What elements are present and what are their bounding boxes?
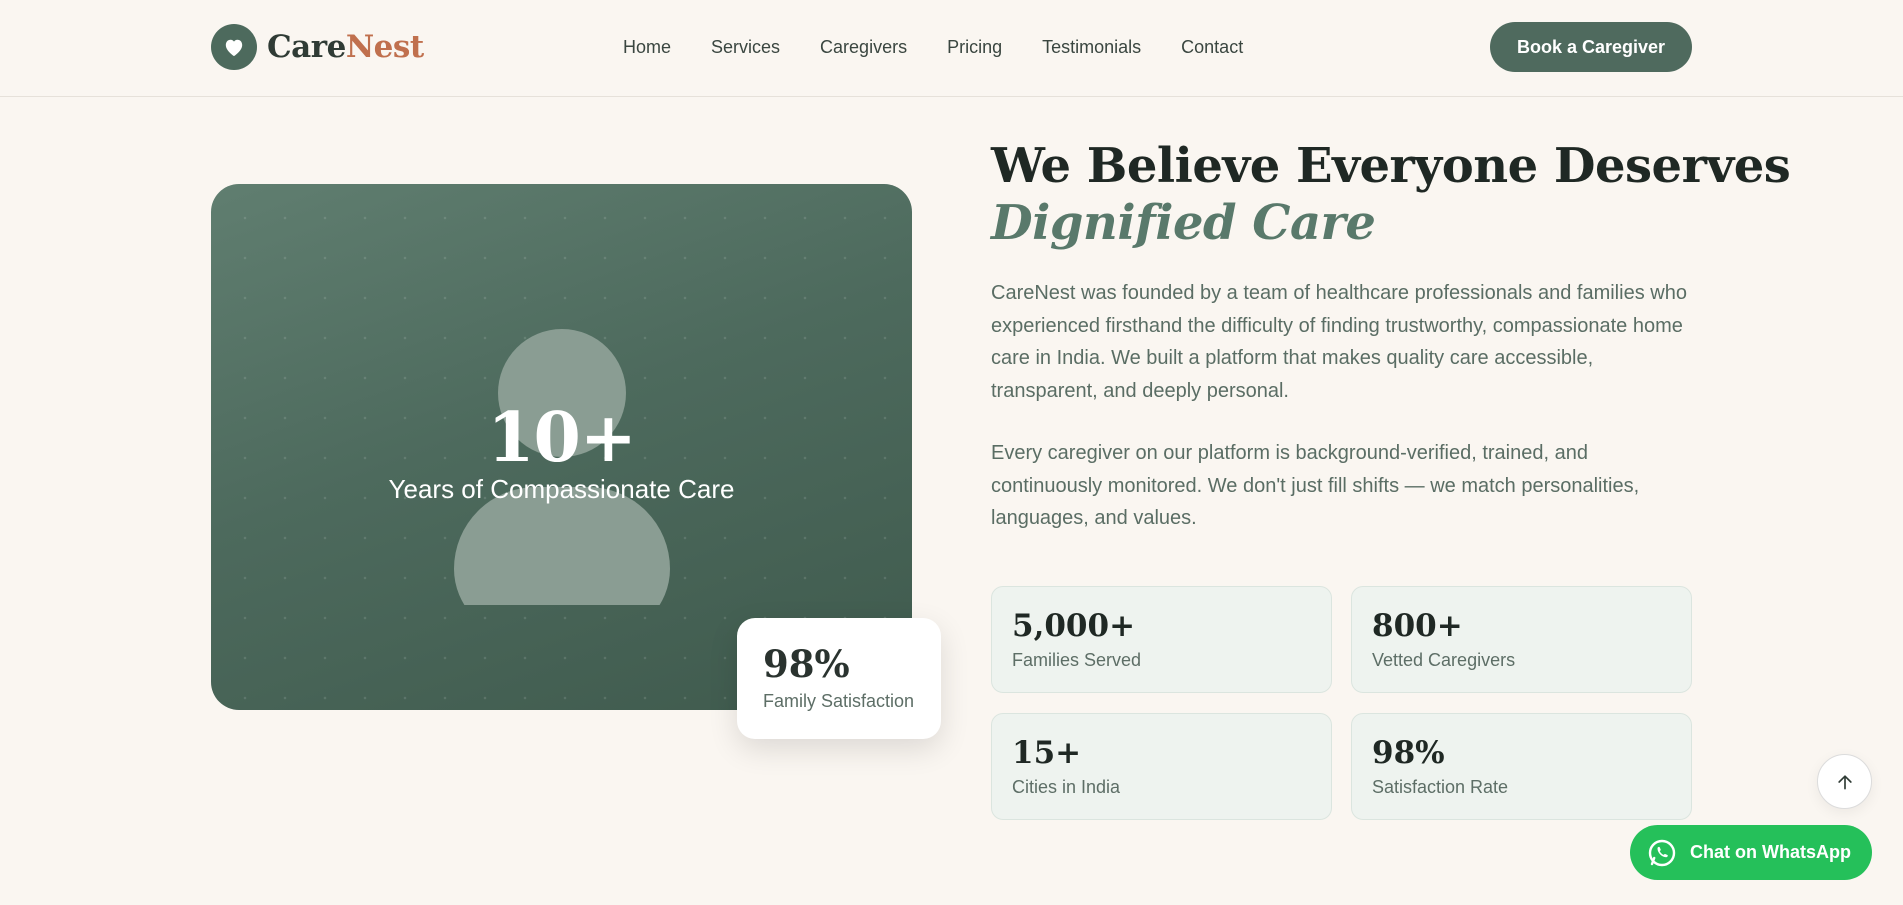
stat-label: Families Served: [1012, 650, 1142, 670]
stat-card-families: 5,000+ Families Served: [991, 586, 1332, 693]
whatsapp-label: Chat on WhatsApp: [1690, 842, 1851, 862]
stat-label: Satisfaction Rate: [1372, 777, 1509, 797]
stat-value: 800+: [1372, 608, 1463, 644]
main-nav: Home Services Caregivers Pricing Testimo…: [623, 37, 1243, 58]
satisfaction-label: Family Satisfaction: [763, 691, 915, 711]
heart-icon: [211, 24, 257, 70]
nav-home[interactable]: Home: [623, 37, 671, 58]
satisfaction-value: 98%: [763, 642, 850, 686]
years-label: Years of Compassionate Care: [388, 474, 735, 504]
logo[interactable]: CareNest: [211, 24, 424, 70]
stat-card-satisfaction: 98% Satisfaction Rate: [1351, 713, 1692, 820]
stat-value: 5,000+: [1012, 608, 1136, 644]
section-headline: We Believe Everyone Deserves: [991, 138, 1791, 194]
nav-services[interactable]: Services: [711, 37, 780, 58]
nav-pricing[interactable]: Pricing: [947, 37, 1002, 58]
whatsapp-icon: [1646, 837, 1678, 869]
about-paragraph-2: Every caregiver on our platform is backg…: [991, 442, 1640, 529]
logo-care: Care: [267, 29, 346, 65]
logo-nest: Nest: [345, 29, 424, 65]
whatsapp-chat-button[interactable]: Chat on WhatsApp: [1630, 825, 1872, 880]
nav-testimonials[interactable]: Testimonials: [1042, 37, 1141, 58]
nav-caregivers[interactable]: Caregivers: [820, 37, 907, 58]
stat-card-caregivers: 800+ Vetted Caregivers: [1351, 586, 1692, 693]
stat-label: Cities in India: [1012, 777, 1121, 797]
logo-wordmark: CareNest: [267, 29, 424, 65]
scroll-to-top-button[interactable]: [1817, 754, 1872, 809]
years-value: 10+: [487, 398, 637, 478]
about-paragraph-1: CareNest was founded by a team of health…: [991, 282, 1687, 402]
satisfaction-card: 98% Family Satisfaction: [737, 618, 941, 739]
stat-value: 15+: [1012, 735, 1082, 771]
nav-contact[interactable]: Contact: [1181, 37, 1243, 58]
stat-card-cities: 15+ Cities in India: [991, 713, 1332, 820]
book-caregiver-button[interactable]: Book a Caregiver: [1490, 22, 1692, 72]
section-headline-accent: Dignified Care: [991, 195, 1376, 251]
stat-label: Vetted Caregivers: [1372, 650, 1516, 670]
stat-value: 98%: [1372, 735, 1445, 771]
site-header: CareNest Home Services Caregivers Pricin…: [0, 0, 1903, 97]
arrow-up-icon: [1835, 772, 1855, 792]
